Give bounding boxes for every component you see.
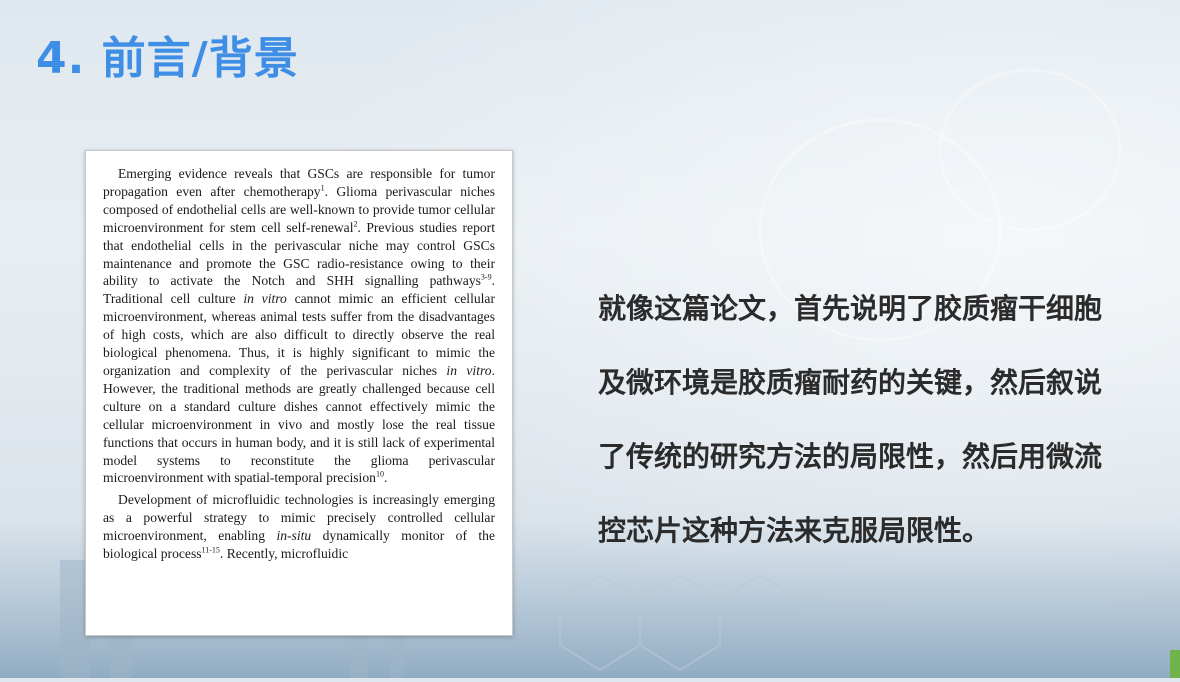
italic-term: in vitro xyxy=(243,291,287,307)
paper-paragraph-1: Emerging evidence reveals that GSCs are … xyxy=(103,166,495,486)
commentary-line-2: 及微环境是胶质瘤耐药的关键，然后叙说 xyxy=(598,366,1103,399)
citation-superscript: 3-9 xyxy=(480,272,492,282)
citation-superscript: 10 xyxy=(375,469,384,479)
commentary-line-3: 了传统的研究方法的局限性，然后用微流 xyxy=(598,440,1103,473)
paper-paragraph-2: Development of microfluidic technologies… xyxy=(103,492,495,562)
citation-superscript: 11-15 xyxy=(201,545,220,555)
citation-superscript: 2 xyxy=(353,219,358,229)
commentary-line-4: 控芯片这种方法来克服局限性。 xyxy=(598,514,991,547)
citation-superscript: 1 xyxy=(320,183,325,193)
paper-excerpt-image: Emerging evidence reveals that GSCs are … xyxy=(85,150,513,636)
slide-title: 4. 前言/背景 xyxy=(36,33,299,84)
commentary-line-1: 就像这篇论文，首先说明了胶质瘤干细胞 xyxy=(598,292,1103,325)
italic-term: in-situ xyxy=(276,528,312,544)
italic-term: in vitro xyxy=(446,362,492,378)
commentary-text: 就像这篇论文，首先说明了胶质瘤干细胞 及微环境是胶质瘤耐药的关键，然后叙说 了传… xyxy=(598,272,1164,568)
